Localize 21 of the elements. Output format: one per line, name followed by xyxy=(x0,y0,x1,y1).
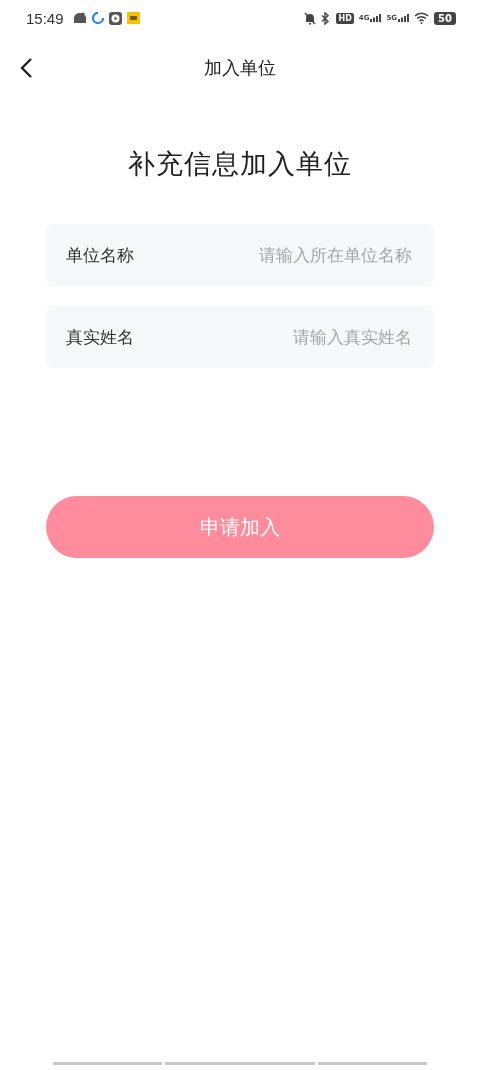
field-label: 单位名称 xyxy=(66,243,134,267)
input-field[interactable]: 单位名称 请输入所在单位名称 xyxy=(46,224,434,286)
hd-badge: HD xyxy=(336,12,354,24)
status-time: 15:49 xyxy=(26,9,64,27)
navigation-bar[interactable] xyxy=(165,1062,315,1065)
signal-icon xyxy=(370,14,382,22)
play-icon xyxy=(108,11,122,25)
page-title: 加入单位 xyxy=(204,56,276,80)
bell-muted-icon xyxy=(304,11,317,25)
text-input[interactable]: 请输入所在单位名称 xyxy=(134,244,414,266)
form-heading: 补充信息加入单位 xyxy=(127,147,353,181)
navigation-bar[interactable] xyxy=(318,1062,427,1065)
battery-indicator: 50 xyxy=(434,11,456,25)
bluetooth-icon xyxy=(321,11,332,25)
field-label: 真实姓名 xyxy=(66,325,134,349)
signal-icon xyxy=(398,14,410,22)
back-icon[interactable] xyxy=(19,57,33,79)
input-field[interactable]: 真实姓名 请输入真实姓名 xyxy=(46,306,434,368)
wifi-icon xyxy=(414,12,430,24)
navigation-bar[interactable] xyxy=(53,1062,162,1065)
text-input[interactable]: 请输入真实姓名 xyxy=(134,326,414,348)
